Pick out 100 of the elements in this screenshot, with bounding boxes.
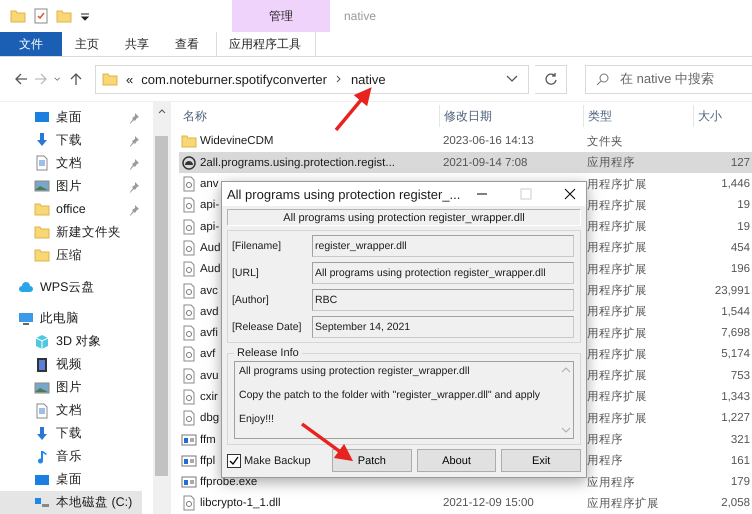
file-item[interactable]: ffprobe.exe (179, 472, 258, 493)
ribbon-tab[interactable]: 文件 (0, 32, 62, 56)
file-item[interactable]: api- (179, 216, 220, 238)
file-item[interactable]: ffm (179, 428, 216, 450)
file-size: 1,544 (721, 306, 750, 318)
file-type: 应用程序 (587, 157, 635, 170)
gear-file-icon (181, 176, 197, 192)
banner-label: All programs using protection register_wrapper.dll (227, 209, 581, 226)
breadcrumb[interactable]: com.noteburner.spotifyconverter (141, 72, 327, 86)
file-type: 用程序扩展 (587, 178, 647, 191)
file-size: 321 (730, 434, 750, 446)
sidebar-item[interactable]: 文档 (0, 399, 142, 422)
sidebar-item[interactable]: 桌面 (0, 468, 142, 491)
sidebar-item[interactable]: 图片 (0, 174, 142, 198)
file-type: 用程序扩展 (587, 391, 647, 404)
sidebar-item[interactable]: 新建文件夹 (0, 220, 142, 244)
sidebar-item[interactable]: 视频 (0, 353, 142, 376)
file-item[interactable]: avfi (179, 322, 218, 344)
breadcrumb[interactable]: native (350, 72, 386, 86)
backup-checkbox[interactable]: Make Backup (227, 454, 327, 468)
file-size: 179 (730, 476, 750, 488)
file-size: 5,174 (721, 348, 750, 360)
file-name: ffm (200, 434, 216, 446)
path-overflow[interactable]: « (126, 72, 134, 86)
dialog-title: All programs using protection register_... (227, 186, 460, 202)
annotation-arrow (334, 87, 372, 132)
input-field[interactable]: All programs using protection register_wrapper.dll (312, 262, 574, 284)
dropdown-icon[interactable] (80, 11, 90, 21)
sidebar-item[interactable]: 下载 (0, 422, 142, 446)
pin-icon (128, 204, 140, 216)
gear-file-icon (181, 346, 197, 362)
file-date: 2021-09-14 7:08 (443, 156, 528, 169)
column-header[interactable]: 名称 (179, 105, 439, 128)
input-field[interactable]: September 14, 2021 (312, 316, 574, 338)
dropdown-icon[interactable] (506, 75, 518, 83)
refresh-icon (544, 72, 558, 86)
file-item[interactable]: api- (179, 194, 220, 216)
file-name: api- (200, 220, 220, 233)
checklist-icon[interactable] (34, 8, 48, 24)
file-item[interactable]: anv (179, 173, 219, 195)
sidebar-item[interactable]: 此电脑 (0, 308, 142, 330)
file-name: api- (200, 199, 220, 212)
column-header[interactable]: 大小 (693, 105, 752, 128)
computer-icon (18, 310, 34, 327)
sidebar-item[interactable]: 本地磁盘 (C:) (0, 491, 142, 514)
input-field[interactable]: RBC (312, 289, 574, 311)
file-name: avc (200, 284, 218, 296)
file-item[interactable]: dbg (179, 408, 220, 429)
scrollbar[interactable] (153, 102, 170, 514)
file-size: 1,227 (721, 412, 750, 424)
file-type: 用程序扩展 (587, 412, 647, 425)
file-item[interactable]: avf (179, 344, 216, 366)
sidebar-item[interactable]: 文档 (0, 152, 142, 175)
file-item[interactable]: Aud (179, 258, 220, 280)
address-bar[interactable]: « com.noteburner.spotifyconverter native (95, 64, 529, 94)
file-item[interactable]: avc (179, 280, 218, 302)
dialog-button[interactable]: About (416, 449, 496, 472)
checkbox[interactable] (227, 454, 241, 468)
file-item[interactable]: Aud (179, 237, 220, 259)
back-icon[interactable] (14, 72, 28, 86)
up-icon[interactable] (69, 72, 83, 86)
file-type: 用程序扩展 (587, 242, 647, 254)
close-icon[interactable] (564, 188, 576, 200)
column-header[interactable]: 修改日期 (439, 105, 583, 128)
sidebar-item[interactable]: office (0, 198, 142, 221)
sidebar-item[interactable]: 3D 对象 (0, 330, 142, 354)
refresh-button[interactable] (535, 64, 567, 94)
folder-icon (34, 201, 50, 218)
file-type: 用程序扩展 (587, 348, 647, 361)
file-size: 161 (730, 454, 750, 467)
sidebar-item[interactable]: 下载 (0, 128, 142, 152)
file-type: 应用程序 (587, 476, 635, 489)
search-field[interactable]: 在 native 中搜索 (585, 64, 752, 94)
file-item[interactable]: WidevineCDM (179, 130, 274, 152)
file-item[interactable]: avu (179, 365, 219, 386)
sidebar-item[interactable]: 音乐 (0, 445, 142, 468)
file-name: 2all.programs.using.protection.regist... (200, 156, 395, 169)
input-field[interactable]: register_wrapper.dll (312, 235, 574, 257)
ribbon-tab[interactable]: 应用程序工具 (216, 32, 316, 56)
file-type: 用程序 (587, 455, 623, 468)
download-icon (34, 132, 50, 148)
file-size: 1,343 (721, 390, 750, 403)
file-item[interactable]: ffpl (179, 450, 216, 472)
file-size: 23,991 (714, 284, 750, 296)
app-icon (181, 154, 197, 171)
sidebar-item[interactable]: WPS云盘 (0, 276, 142, 298)
field-label: [URL] (232, 267, 260, 279)
file-item[interactable]: libcrypto-1_1.dll (179, 492, 281, 514)
file-item[interactable]: avd (179, 301, 219, 322)
sidebar-item[interactable]: 压缩 (0, 244, 142, 267)
cube-icon (34, 334, 50, 350)
dialog-button[interactable]: Exit (501, 449, 582, 472)
file-date: 2023-06-16 14:13 (443, 135, 534, 148)
column-header[interactable]: 类型 (583, 105, 693, 128)
dialog-button[interactable]: Patch (332, 449, 412, 472)
gear-file-icon (181, 240, 197, 256)
file-item[interactable]: cxir (179, 386, 218, 408)
gear-file-icon (181, 410, 197, 426)
sidebar-item[interactable]: 桌面 (0, 106, 142, 129)
sidebar-item[interactable]: 图片 (0, 376, 142, 400)
